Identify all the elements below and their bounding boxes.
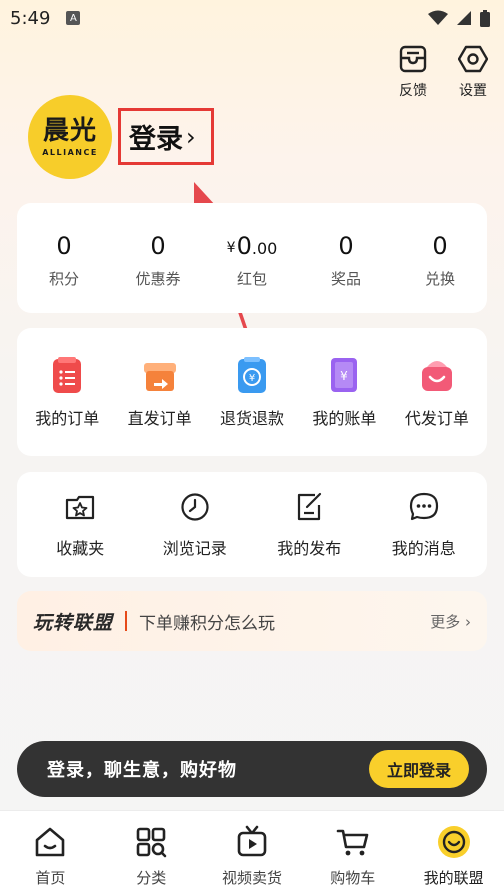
favorites-button[interactable]: 收藏夹 — [23, 491, 138, 559]
battery-icon — [480, 9, 490, 27]
tab-home-label: 首页 — [35, 869, 66, 887]
cart-icon — [336, 829, 369, 856]
login-label: 登录 — [129, 124, 183, 155]
messages-button[interactable]: 我的消息 — [367, 491, 482, 559]
settings-label: 设置 — [459, 83, 487, 99]
svg-text:¥: ¥ — [249, 373, 255, 384]
bill-label: 我的账单 — [312, 409, 377, 428]
bill-button[interactable]: ¥ 我的账单 — [298, 355, 390, 429]
tools-card: 收藏夹 浏览记录 我的发布 我的消息 — [17, 472, 487, 577]
favorites-label: 收藏夹 — [56, 538, 105, 558]
messages-label: 我的消息 — [391, 538, 456, 558]
dropship-orders-icon — [421, 361, 452, 391]
stat-coupons-value: 0 — [150, 231, 166, 260]
signal-icon — [457, 11, 471, 25]
stat-prizes[interactable]: 0 奖品 — [299, 228, 393, 289]
play-alliance-title: 玩转联盟 — [33, 611, 114, 634]
status-bar: 5:49 A — [0, 0, 504, 36]
refund-label: 退货退款 — [220, 409, 285, 428]
my-posts-icon — [298, 492, 322, 520]
my-orders-label: 我的订单 — [35, 409, 100, 428]
tab-my-alliance[interactable]: 我的联盟 — [403, 811, 504, 896]
tab-cart[interactable]: 购物车 — [302, 811, 403, 896]
feedback-icon — [399, 45, 427, 73]
home-icon — [36, 827, 65, 857]
stat-coupons-label: 优惠券 — [135, 269, 181, 288]
wifi-icon — [428, 10, 448, 25]
play-alliance-more-link[interactable]: 更多 › — [430, 611, 471, 632]
stat-coupons[interactable]: 0 优惠券 — [111, 228, 205, 289]
stat-red-packet-label: 红包 — [236, 269, 267, 288]
dropship-orders-label: 代发订单 — [404, 409, 469, 428]
login-now-button[interactable]: 立即登录 — [369, 750, 469, 788]
play-alliance-description: 下单赚积分怎么玩 — [139, 613, 276, 634]
dropship-orders-button[interactable]: 代发订单 — [391, 355, 483, 429]
avatar[interactable]: 晨光 ALLIANCE — [28, 95, 112, 179]
messages-icon — [409, 492, 438, 520]
direct-orders-icon — [143, 363, 176, 391]
login-link[interactable]: 登录 › — [118, 108, 214, 165]
play-alliance-divider — [125, 611, 128, 631]
tab-category[interactable]: 分类 — [101, 811, 202, 896]
settings-button[interactable]: 设置 — [456, 44, 490, 100]
settings-icon — [458, 45, 488, 73]
stat-red-packet[interactable]: ¥ 0 .00 红包 — [205, 228, 299, 289]
bill-icon: ¥ — [331, 358, 358, 392]
video-icon — [237, 825, 267, 857]
brand-logo-text: 晨光 — [42, 115, 97, 146]
notification-a-icon: A — [66, 11, 81, 25]
feedback-label: 反馈 — [399, 83, 427, 99]
category-icon — [136, 827, 167, 858]
top-actions: 反馈 设置 — [396, 44, 490, 100]
tab-my-alliance-label: 我的联盟 — [423, 869, 484, 887]
brand-logo-subtext: ALLIANCE — [42, 147, 98, 157]
tab-home[interactable]: 首页 — [0, 811, 101, 896]
stat-redeem-value: 0 — [432, 231, 448, 260]
feedback-button[interactable]: 反馈 — [396, 44, 430, 100]
history-icon — [181, 492, 209, 521]
login-prompt-banner: 登录，聊生意，购好物 立即登录 — [17, 741, 487, 797]
stat-redeem-label: 兑换 — [424, 269, 455, 288]
orders-card: 我的订单 直发订单 ¥ 退货退款 ¥ 我的账单 代发订单 — [17, 328, 487, 456]
play-alliance-banner[interactable]: 玩转联盟 下单赚积分怎么玩 更多 › — [17, 591, 487, 651]
tab-category-label: 分类 — [136, 869, 167, 887]
my-orders-icon — [53, 357, 82, 393]
my-posts-label: 我的发布 — [277, 538, 342, 558]
direct-orders-label: 直发订单 — [127, 409, 192, 428]
history-label: 浏览记录 — [162, 538, 227, 558]
stat-points-label: 积分 — [48, 269, 79, 288]
favorites-icon — [66, 495, 95, 519]
tab-cart-label: 购物车 — [330, 869, 376, 887]
my-orders-button[interactable]: 我的订单 — [21, 355, 113, 429]
stat-prizes-value: 0 — [338, 231, 354, 260]
login-prompt-message: 登录，聊生意，购好物 — [47, 760, 237, 781]
stat-red-packet-value: 0 — [236, 231, 252, 260]
history-button[interactable]: 浏览记录 — [138, 491, 253, 559]
tab-video-selling[interactable]: 视频卖货 — [202, 811, 303, 896]
stats-card: 0 积分 0 优惠券 ¥ 0 .00 红包 0 奖品 0 兑换 — [17, 203, 487, 313]
stat-red-packet-decimal: .00 — [251, 238, 278, 258]
stat-points-value: 0 — [56, 231, 72, 260]
stat-redeem[interactable]: 0 兑换 — [393, 228, 487, 289]
currency-symbol: ¥ — [226, 239, 236, 256]
bottom-tab-bar: 首页 分类 视频卖货 购物车 我的联盟 — [0, 810, 504, 896]
stat-points[interactable]: 0 积分 — [17, 228, 111, 289]
my-posts-button[interactable]: 我的发布 — [252, 491, 367, 559]
refund-icon: ¥ — [238, 357, 267, 393]
refund-button[interactable]: ¥ 退货退款 — [206, 355, 298, 429]
status-time: 5:49 — [10, 7, 51, 29]
direct-orders-button[interactable]: 直发订单 — [113, 355, 205, 429]
chevron-right-icon: › — [186, 122, 196, 151]
stat-prizes-label: 奖品 — [330, 269, 361, 288]
tab-video-selling-label: 视频卖货 — [221, 869, 282, 887]
my-alliance-icon — [437, 826, 470, 858]
svg-text:¥: ¥ — [341, 369, 349, 383]
